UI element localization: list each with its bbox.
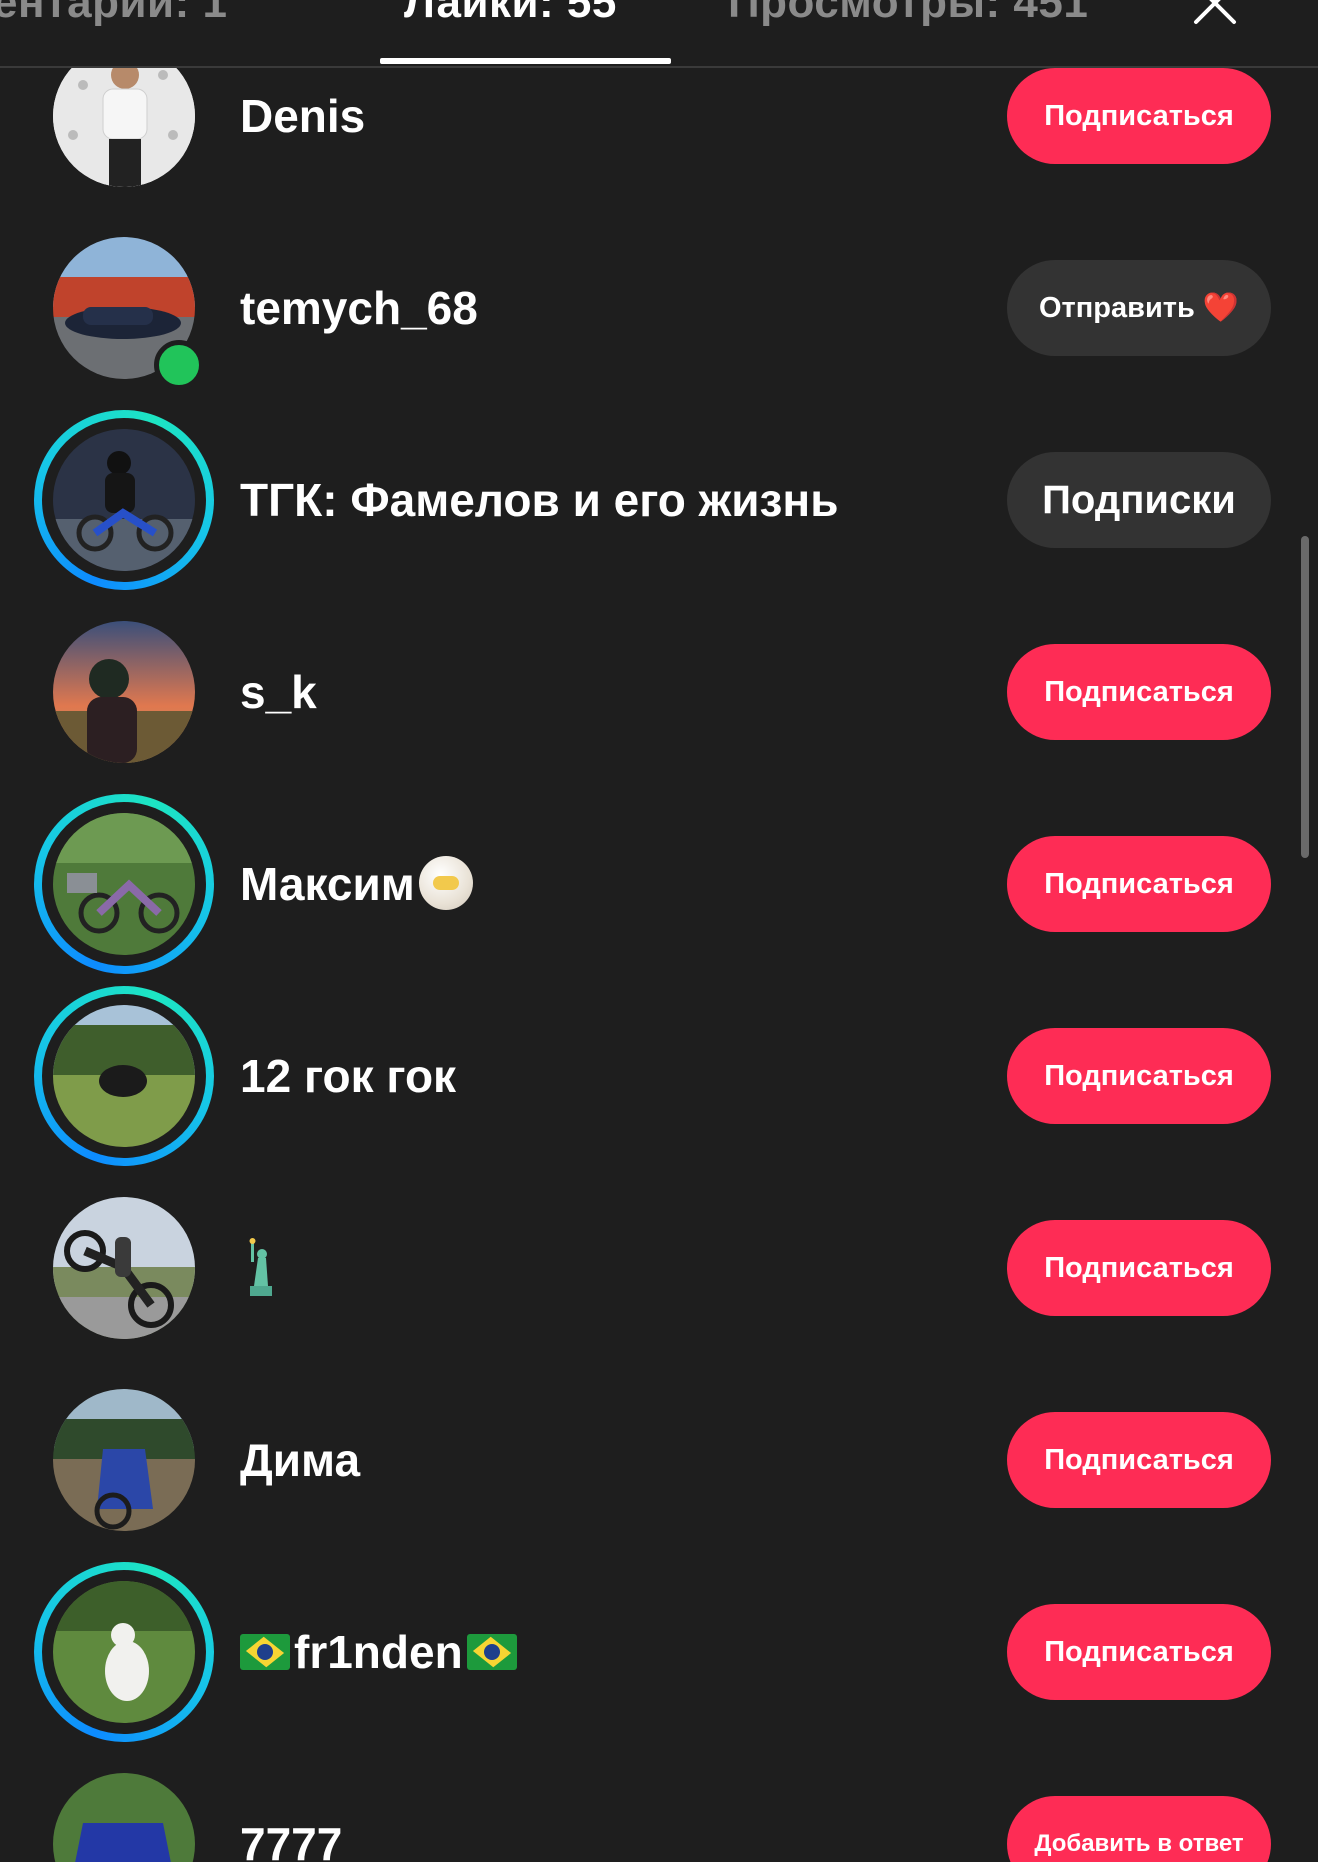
username[interactable]: Дима: [240, 1430, 360, 1490]
avatar-photo: [53, 1581, 195, 1723]
tab-bar: ментарии: 1 Лайки: 55 Просмотры: 451: [0, 0, 1318, 68]
tab-views[interactable]: Просмотры: 451: [728, 0, 1088, 28]
send-button[interactable]: Отправить ❤️: [1007, 260, 1271, 356]
likes-list-screen: ментарии: 1 Лайки: 55 Просмотры: 451: [0, 0, 1318, 1862]
username[interactable]: s_k: [240, 662, 317, 722]
list-item[interactable]: temych_68 Отправить ❤️: [0, 212, 1318, 404]
avatar-photo: [53, 621, 195, 763]
avatar[interactable]: [34, 986, 214, 1166]
list-item[interactable]: 12 гок гок Подписаться: [0, 980, 1318, 1172]
username[interactable]: [240, 1238, 280, 1304]
brazil-flag-icon: [240, 1634, 290, 1670]
avatar-photo: [53, 1197, 195, 1339]
avatar-photo: [53, 1389, 195, 1531]
list-item[interactable]: Максим Подписаться: [0, 788, 1318, 980]
follow-button[interactable]: Подписаться: [1007, 1604, 1271, 1700]
follow-button[interactable]: Подписаться: [1007, 1220, 1271, 1316]
list-item[interactable]: ТГК: Фамелов и его жизнь Подписки: [0, 404, 1318, 596]
avatar[interactable]: [34, 602, 214, 782]
avatar-photo: [53, 429, 195, 571]
follow-button[interactable]: Подписаться: [1007, 644, 1271, 740]
avatar[interactable]: [34, 1562, 214, 1742]
scrollbar[interactable]: [1301, 536, 1309, 858]
follow-button[interactable]: Подписаться: [1007, 1412, 1271, 1508]
list-item[interactable]: Дима Подписаться: [0, 1364, 1318, 1556]
brazil-flag-icon: [466, 1634, 517, 1670]
face-in-clouds-icon: [418, 856, 473, 910]
follow-button[interactable]: Подписаться: [1007, 1028, 1271, 1124]
list-item[interactable]: fr1nden Подписаться: [0, 1556, 1318, 1748]
username[interactable]: 7777: [240, 1814, 342, 1862]
username[interactable]: Максим: [240, 854, 473, 914]
avatar[interactable]: [34, 1370, 214, 1550]
avatar[interactable]: [34, 794, 214, 974]
avatar[interactable]: [34, 218, 214, 398]
list-item[interactable]: Подписаться: [0, 1172, 1318, 1364]
username[interactable]: Denis: [240, 86, 365, 146]
avatar-photo: [53, 1005, 195, 1147]
following-button[interactable]: Подписки: [1007, 452, 1271, 548]
tab-likes[interactable]: Лайки: 55: [404, 0, 617, 28]
tab-comments[interactable]: ментарии: 1: [0, 0, 227, 28]
username[interactable]: temych_68: [240, 278, 478, 338]
online-indicator: [154, 340, 204, 390]
list-item[interactable]: 7777 Добавить в ответ: [0, 1748, 1318, 1862]
avatar[interactable]: [34, 1178, 214, 1358]
avatar-photo: [53, 1773, 195, 1862]
active-tab-indicator: [380, 58, 671, 64]
statue-of-liberty-icon: [240, 1238, 280, 1298]
avatar-photo: [53, 813, 195, 955]
follow-button[interactable]: Подписаться: [1007, 68, 1271, 164]
username[interactable]: fr1nden: [240, 1622, 517, 1682]
username[interactable]: ТГК: Фамелов и его жизнь: [240, 470, 838, 530]
avatar[interactable]: [34, 1754, 214, 1862]
add-to-reply-button[interactable]: Добавить в ответ: [1007, 1796, 1271, 1862]
close-button[interactable]: [1192, 0, 1238, 26]
avatar[interactable]: [34, 410, 214, 590]
username[interactable]: 12 гок гок: [240, 1046, 456, 1106]
follow-button[interactable]: Подписаться: [1007, 836, 1271, 932]
close-icon: [1194, 0, 1236, 24]
list-item[interactable]: s_k Подписаться: [0, 596, 1318, 788]
